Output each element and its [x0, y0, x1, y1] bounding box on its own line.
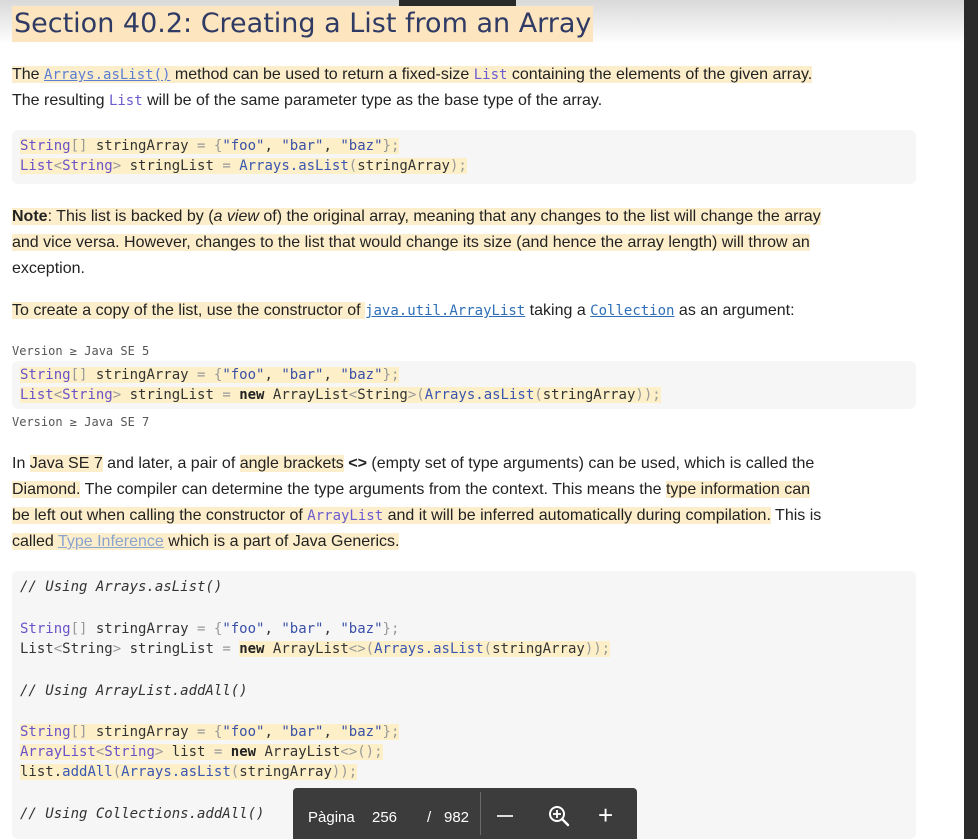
text: type information can: [665, 481, 811, 498]
text: Diamond.: [12, 481, 81, 498]
page-label: Pàgina: [308, 809, 355, 826]
text: be left out when calling the constructor…: [12, 507, 308, 524]
current-page-input[interactable]: 256: [372, 809, 397, 826]
scrollbar-track[interactable]: [964, 0, 978, 839]
intro-paragraph-line1: The Arrays.asList() method can be used t…: [12, 62, 813, 88]
code-line: String[] stringArray = {"foo", "bar", "b…: [20, 724, 400, 740]
version-label-se5: Version ≥ Java SE 5: [12, 344, 150, 358]
arraylist-link[interactable]: java.util.ArrayList: [365, 303, 525, 319]
diamond-line1: In Java SE 7 and later, a pair of angle …: [12, 451, 814, 477]
text: of) the original array, meaning that any…: [258, 208, 821, 225]
diamond-line4: called Type Inference which is a part of…: [12, 529, 400, 555]
note-line2: and vice versa. However, changes to the …: [12, 230, 810, 256]
text: taking a: [525, 302, 591, 319]
text: method can be used to return a fixed-siz…: [170, 66, 474, 83]
text: containing the elements of the given arr…: [507, 66, 813, 83]
text: a view: [213, 208, 259, 225]
page-separator: /: [427, 809, 432, 826]
code-line: String[] stringArray = {"foo", "bar", "b…: [20, 621, 400, 637]
text: The resulting: [12, 92, 109, 109]
copy-paragraph: To create a copy of the list, use the co…: [12, 298, 795, 324]
text: To create a copy of the list, use the co…: [12, 302, 366, 319]
text: called: [12, 533, 58, 550]
text: exception.: [12, 260, 85, 277]
page-navigation-bar: Pàgina 256 / 982 +: [293, 788, 637, 839]
note-line3: exception.: [12, 256, 85, 282]
text: (empty set of type arguments) can be use…: [366, 455, 815, 472]
text: : This list is backed by (: [47, 208, 214, 225]
section-heading: Section 40.2: Creating a List from an Ar…: [12, 6, 594, 42]
text: as an argument:: [674, 302, 795, 319]
type-inference-link[interactable]: Type Inference: [58, 533, 164, 550]
plus-icon[interactable]: +: [598, 802, 613, 828]
text: In: [12, 455, 30, 472]
text: Java SE 7: [29, 455, 103, 472]
minus-icon[interactable]: [497, 815, 513, 817]
code-line: ArrayList<String> list = new ArrayList<>…: [20, 744, 383, 760]
inline-code-arraylist: ArrayList: [307, 508, 384, 524]
arrays-aslist-link[interactable]: Arrays.asList(): [44, 67, 170, 83]
divider: [480, 792, 481, 835]
inline-code-list: List: [473, 67, 508, 83]
code-comment: // Using ArrayList.addAll(): [20, 683, 248, 699]
text: <>: [348, 455, 367, 472]
text: This is: [770, 507, 822, 524]
text: which is a part of Java Generics.: [163, 533, 400, 550]
text: and it will be inferred automatically du…: [383, 507, 771, 524]
intro-paragraph-line2: The resulting List will be of the same p…: [12, 88, 602, 114]
note-label: Note: [12, 208, 48, 225]
code-comment: // Using Arrays.asList(): [20, 579, 223, 595]
code-block-2: String[] stringArray = {"foo", "bar", "b…: [12, 361, 916, 409]
note-line1: Note: This list is backed by (a view of)…: [12, 204, 821, 230]
code-line: list.addAll(Arrays.asList(stringArray));: [20, 764, 358, 780]
total-pages: 982: [444, 809, 470, 826]
inline-code-list: List: [108, 93, 143, 109]
code-line: String[] stringArray = {"foo", "bar", "b…: [20, 367, 400, 383]
text: angle brackets: [239, 455, 344, 472]
code-line: List<String> stringList = new ArrayList<…: [20, 387, 661, 403]
document-page: Section 40.2: Creating a List from an Ar…: [0, 0, 964, 839]
text: The compiler can determine the type argu…: [80, 481, 666, 498]
code-block-1: String[] stringArray = {"foo", "bar", "b…: [12, 130, 916, 184]
zoom-in-icon[interactable]: [548, 805, 570, 827]
text: The: [12, 66, 45, 83]
text: will be of the same parameter type as th…: [142, 92, 603, 109]
code-line: List<String> stringList = Arrays.asList(…: [20, 158, 467, 174]
code-line: String[] stringArray = {"foo", "bar", "b…: [20, 138, 400, 154]
text: and later, a pair of: [102, 455, 240, 472]
diamond-line3: be left out when calling the constructor…: [12, 503, 821, 529]
diamond-line2: Diamond. The compiler can determine the …: [12, 477, 811, 503]
text: and vice versa. However, changes to the …: [12, 234, 810, 251]
version-label-se7: Version ≥ Java SE 7: [12, 415, 150, 429]
collection-link[interactable]: Collection: [590, 303, 674, 319]
code-line: List<String> stringList = new ArrayList<…: [20, 641, 611, 657]
code-comment: // Using Collections.addAll(): [20, 806, 265, 822]
